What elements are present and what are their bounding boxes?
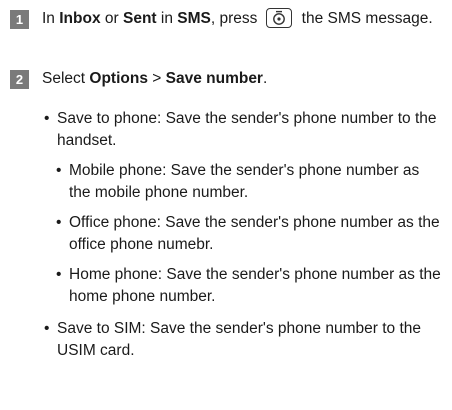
step-1: 1 In Inbox or Sent in SMS, press the SMS… (10, 8, 444, 30)
step-number-badge: 1 (10, 10, 29, 29)
sent-label: Sent (122, 10, 157, 27)
list-item-text: Save to SIM: Save the sender's phone num… (57, 320, 421, 359)
list-item: • Office phone: Save the sender's phone … (56, 212, 444, 256)
sms-label: SMS (177, 10, 211, 27)
list-item: • Save to phone: Save the sender's phone… (44, 108, 444, 152)
center-key-icon (266, 8, 293, 28)
bullet: • (56, 162, 62, 179)
step-text-segment: the SMS message. (297, 10, 433, 27)
list-item: • Mobile phone: Save the sender's phone … (56, 160, 444, 204)
step-2: 2 Select Options > Save number. (10, 68, 444, 90)
bullet: • (44, 320, 50, 337)
step-number-badge: 2 (10, 70, 29, 89)
inbox-label: Inbox (59, 10, 101, 27)
bullet: • (44, 110, 50, 127)
step-2-text: Select Options > Save number. (42, 68, 444, 90)
step-text-segment: . (262, 70, 268, 87)
list-item-text: Mobile phone: Save the sender's phone nu… (69, 162, 420, 201)
list-item-text: Office phone: Save the sender's phone nu… (69, 214, 440, 253)
bullet: • (56, 266, 62, 283)
list-item-text: Save to phone: Save the sender's phone n… (57, 110, 437, 149)
list-item: • Home phone: Save the sender's phone nu… (56, 264, 444, 308)
options-label: Options (89, 70, 148, 87)
step-text-segment: Select (42, 70, 90, 87)
bullet: • (56, 214, 62, 231)
step-text-segment: , press (210, 10, 258, 27)
step-text-segment: In (42, 10, 60, 27)
step-text-segment: > (147, 70, 166, 87)
save-number-label: Save number (165, 70, 263, 87)
list-item: • Save to SIM: Save the sender's phone n… (44, 318, 444, 362)
step-text-segment: in (156, 10, 178, 27)
step-text-segment: or (100, 10, 123, 27)
list-item-text: Home phone: Save the sender's phone numb… (69, 266, 441, 305)
step-1-text: In Inbox or Sent in SMS, press the SMS m… (42, 8, 444, 30)
